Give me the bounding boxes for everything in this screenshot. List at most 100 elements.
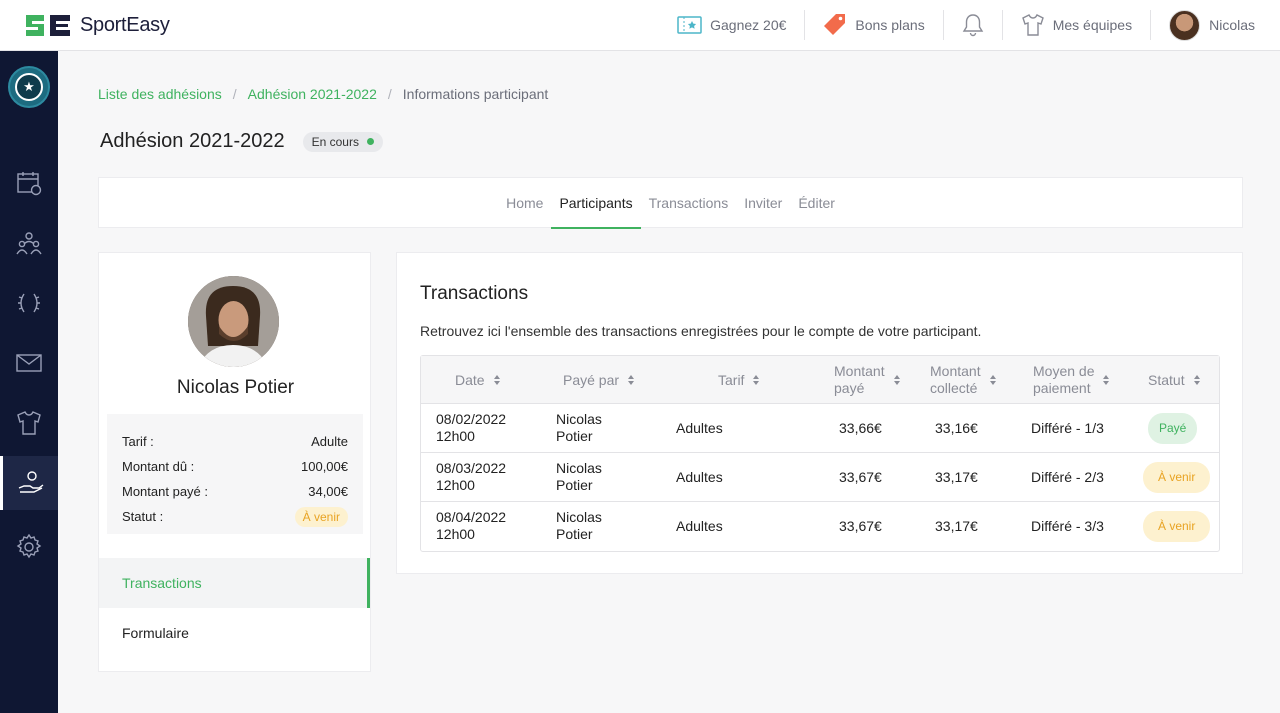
sort-icon <box>752 374 760 386</box>
breadcrumb-separator: / <box>387 86 392 102</box>
status-dot <box>366 138 374 145</box>
participant-menu-transactions[interactable]: Transactions <box>99 558 370 608</box>
tabs-bar: Home Participants Transactions Inviter É… <box>98 177 1243 229</box>
breadcrumb-current: Informations participant <box>402 86 549 102</box>
table-row: 08/04/2022 12h00 Nicolas Potier Adultes 33… <box>421 502 1219 551</box>
column-label: collecté <box>930 380 978 396</box>
sporteasy-logo-mark-icon <box>26 14 70 36</box>
column-header-amount-collected[interactable]: Montant collecté <box>930 356 997 404</box>
sidebar-item-teams[interactable] <box>0 396 58 450</box>
cell-payer: Nicolas Potier <box>556 509 602 542</box>
status-badge-label: En cours <box>311 134 359 149</box>
membership-icon <box>18 471 43 493</box>
cell-date: 08/02/2022 12h00 <box>436 411 507 444</box>
participant-avatar <box>188 276 279 367</box>
tab-invite[interactable]: Inviter <box>736 178 790 228</box>
column-label: Montant <box>930 363 981 379</box>
cell-payer: Nicolas Potier <box>556 411 602 444</box>
info-label: Tarif : <box>122 434 154 449</box>
participant-menu-form[interactable]: Formulaire <box>99 608 370 658</box>
cell-amount-collected: 33,16€ <box>935 419 978 436</box>
breadcrumb: Liste des adhésions / Adhésion 2021-2022… <box>98 86 548 102</box>
laurel-icon <box>18 293 40 313</box>
my-teams-button[interactable]: Mes équipes <box>1001 10 1150 40</box>
transactions-card: Transactions Retrouvez ici l'ensemble de… <box>396 252 1243 574</box>
ticket-icon <box>677 15 702 35</box>
column-header-tarif[interactable]: Tarif <box>718 356 760 404</box>
sidebar-item-calendar[interactable] <box>0 156 58 210</box>
club-star-icon: ★ <box>15 73 43 101</box>
user-name: Nicolas <box>1209 17 1255 33</box>
status-badge: À venir <box>294 506 348 527</box>
column-label: Montant <box>834 363 885 379</box>
tab-home[interactable]: Home <box>498 178 551 228</box>
cell-status: Payé <box>1148 404 1198 452</box>
status-badge: Payé <box>1148 412 1198 444</box>
column-header-date[interactable]: Date <box>455 356 501 404</box>
breadcrumb-separator: / <box>232 86 237 102</box>
mail-icon <box>16 354 42 372</box>
status-badge: À venir <box>1143 461 1211 493</box>
status-badge: En cours <box>302 131 383 152</box>
cell-payer: Nicolas Potier <box>556 460 602 493</box>
cell-status: À venir <box>1143 453 1211 501</box>
club-logo[interactable]: ★ <box>8 66 50 108</box>
sort-icon <box>893 374 901 386</box>
sort-icon <box>493 374 501 386</box>
sidebar-item-competitions[interactable] <box>0 276 58 330</box>
deals-label: Bons plans <box>855 17 925 33</box>
sort-icon <box>989 374 997 386</box>
calendar-icon <box>17 172 42 196</box>
earn-button[interactable]: Gagnez 20€ <box>659 10 804 40</box>
info-row-amount-paid: Montant payé : 34,00€ <box>122 479 348 504</box>
info-value: 100,00€ <box>301 459 348 474</box>
info-row-status: Statut : À venir <box>122 504 348 529</box>
info-row-tarif: Tarif : Adulte <box>122 429 348 454</box>
tab-participants[interactable]: Participants <box>551 178 641 229</box>
sidebar-item-membership[interactable] <box>0 456 58 510</box>
cell-payment-method: Différé - 1/3 <box>1031 419 1104 436</box>
column-label: Moyen de <box>1033 363 1095 379</box>
participant-card: Nicolas Potier Tarif : Adulte Montant dû… <box>98 252 371 672</box>
top-bar: SportEasy Gagnez 20€ Bons plans Mes équi… <box>0 0 1280 51</box>
column-header-payer[interactable]: Payé par <box>563 356 635 404</box>
notifications-button[interactable] <box>942 10 1002 40</box>
cell-amount-paid: 33,66€ <box>839 419 882 436</box>
deals-button[interactable]: Bons plans <box>804 10 942 40</box>
transactions-description: Retrouvez ici l'ensemble des transaction… <box>420 323 982 339</box>
page-title: Adhésion 2021-2022 <box>100 130 285 152</box>
column-header-payment-method[interactable]: Moyen de paiement <box>1033 356 1110 404</box>
cell-payment-method: Différé - 2/3 <box>1031 468 1104 485</box>
info-label: Statut : <box>122 509 164 524</box>
sporteasy-logo[interactable]: SportEasy <box>24 13 170 38</box>
column-label: payé <box>834 380 865 396</box>
user-avatar <box>1169 9 1201 41</box>
cell-tarif: Adultes <box>676 517 723 534</box>
sidebar-item-members[interactable] <box>0 216 58 270</box>
page-title-row: Adhésion 2021-2022 En cours <box>100 130 383 153</box>
cell-amount-collected: 33,17€ <box>935 468 978 485</box>
table-row: 08/02/2022 12h00 Nicolas Potier Adultes 33… <box>421 404 1219 453</box>
breadcrumb-memberships-list[interactable]: Liste des adhésions <box>98 86 222 102</box>
sort-icon <box>1193 374 1201 386</box>
sidebar-item-messages[interactable] <box>0 336 58 390</box>
settings-icon <box>16 534 42 559</box>
info-value: Adulte <box>311 434 348 449</box>
column-header-status[interactable]: Statut <box>1148 356 1201 404</box>
info-row-amount-due: Montant dû : 100,00€ <box>122 454 348 479</box>
cell-tarif: Adultes <box>676 468 723 485</box>
breadcrumb-membership[interactable]: Adhésion 2021-2022 <box>248 86 377 102</box>
cell-amount-collected: 33,17€ <box>935 517 978 534</box>
column-header-amount-paid[interactable]: Montant payé <box>834 356 901 404</box>
tab-transactions[interactable]: Transactions <box>641 178 737 228</box>
sidebar-item-settings[interactable] <box>0 520 58 574</box>
price-tag-icon <box>823 13 847 37</box>
user-profile-button[interactable]: Nicolas <box>1150 9 1280 41</box>
tab-edit[interactable]: Éditer <box>790 178 843 228</box>
cell-date: 08/04/2022 12h00 <box>436 509 507 542</box>
table-header: Date Payé par Tarif Montant payé Montant… <box>421 356 1219 404</box>
participant-name: Nicolas Potier <box>176 377 295 398</box>
my-teams-label: Mes équipes <box>1052 17 1133 33</box>
column-label: Payé par <box>563 371 620 388</box>
members-icon <box>16 232 42 255</box>
